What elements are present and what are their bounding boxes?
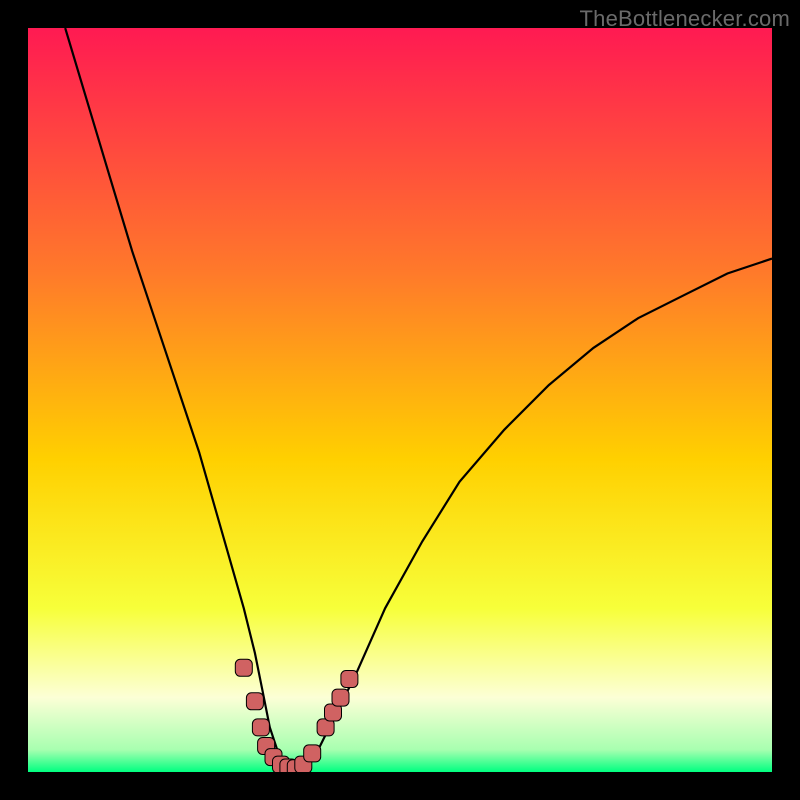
data-marker (235, 659, 252, 676)
data-marker (341, 671, 358, 688)
data-marker (332, 689, 349, 706)
data-marker (304, 745, 321, 762)
plot-svg (28, 28, 772, 772)
data-marker (246, 693, 263, 710)
heatmap-background (28, 28, 772, 772)
plot-area (28, 28, 772, 772)
data-marker (252, 719, 269, 736)
watermark-text: TheBottlenecker.com (580, 6, 790, 32)
